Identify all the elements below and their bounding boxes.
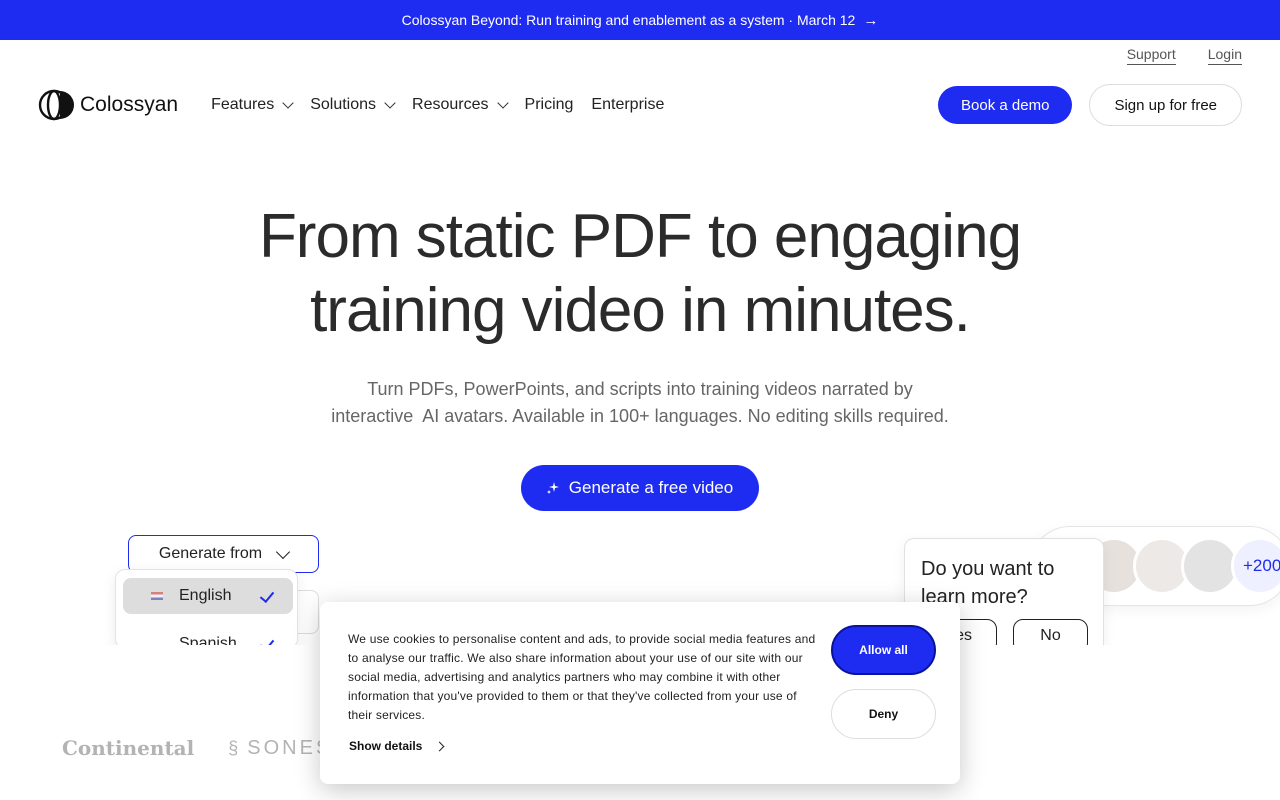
login-link[interactable]: Login (1207, 46, 1242, 65)
brand-name: Colossyan (80, 93, 179, 116)
allow-all-button[interactable]: Allow all (831, 625, 936, 675)
nav-item-enterprise[interactable]: Enterprise (591, 96, 664, 114)
cookie-text: We use cookies to personalise content an… (348, 632, 816, 722)
generate-video-label: Generate a free video (568, 478, 734, 497)
hero-title-line: training video in minutes. (310, 276, 971, 345)
continental-logo: Continental (62, 736, 195, 760)
check-icon (259, 587, 275, 604)
nav-item-features[interactable]: Features (211, 96, 294, 114)
language-option-label: English (179, 587, 232, 604)
main-nav: Colossyan Features Solutions Resources P… (38, 84, 1242, 126)
client-logos: Continental § SONEST (62, 736, 348, 760)
support-link[interactable]: Support (1126, 46, 1176, 65)
hero-subtitle: Turn PDFs, PowerPoints, and scripts into… (0, 376, 1280, 430)
flag-icon (151, 592, 163, 600)
chevron-down-icon (282, 96, 294, 109)
nav-item-label: Features (211, 96, 275, 113)
nav-item-solutions[interactable]: Solutions (310, 96, 396, 114)
arrow-right-icon: → (863, 11, 879, 29)
nav-menu: Features Solutions Resources Pricing Ent… (211, 96, 664, 114)
nav-item-pricing[interactable]: Pricing (525, 96, 574, 114)
colossyan-logo-icon (38, 89, 74, 121)
generate-video-button[interactable]: Generate a free video (521, 465, 759, 511)
hero-title: From static PDF to engaging training vid… (0, 200, 1280, 348)
utility-links: Support Login (1126, 46, 1242, 65)
nav-item-resources[interactable]: Resources (412, 96, 509, 114)
deny-button[interactable]: Deny (831, 689, 936, 739)
show-details-label: Show details (349, 739, 423, 753)
sparkle-icon (546, 482, 559, 494)
generate-from-label: Generate from (158, 545, 263, 562)
chevron-right-icon (434, 741, 445, 751)
nav-item-label: Pricing (524, 96, 574, 113)
nav-item-label: Solutions (310, 96, 377, 113)
announcement-text: Colossyan Beyond: Run training and enabl… (401, 12, 856, 28)
sonesta-mark-icon: § (228, 737, 242, 758)
sign-up-button[interactable]: Sign up for free (1089, 84, 1242, 126)
nav-cta-group: Book a demo Sign up for free (938, 84, 1242, 126)
hero-subtitle-line: interactive AI avatars. Available in 100… (331, 406, 949, 426)
nav-item-label: Enterprise (591, 96, 665, 113)
language-dropdown-panel: English Spanish (115, 569, 298, 649)
avatars-more-count: +200 (1231, 537, 1280, 595)
chevron-down-icon (276, 544, 291, 559)
nav-item-label: Resources (412, 96, 489, 113)
language-option-english[interactable]: English (123, 578, 293, 614)
generate-from-dropdown[interactable]: Generate from (128, 535, 319, 573)
show-details-link[interactable]: Show details (349, 739, 445, 753)
brand-logo[interactable]: Colossyan (38, 89, 178, 121)
cookie-banner: We use cookies to personalise content an… (320, 602, 960, 784)
hero-subtitle-line: Turn PDFs, PowerPoints, and scripts into… (367, 379, 913, 399)
demo-ghost-card (298, 590, 319, 634)
chevron-down-icon (384, 96, 396, 109)
book-demo-button[interactable]: Book a demo (938, 86, 1073, 124)
learn-more-question-line: Do you want to (921, 558, 1055, 580)
announcement-bar[interactable]: Colossyan Beyond: Run training and enabl… (0, 0, 1280, 40)
chevron-down-icon (496, 96, 509, 109)
hero-title-line: From static PDF to engaging (258, 202, 1022, 271)
